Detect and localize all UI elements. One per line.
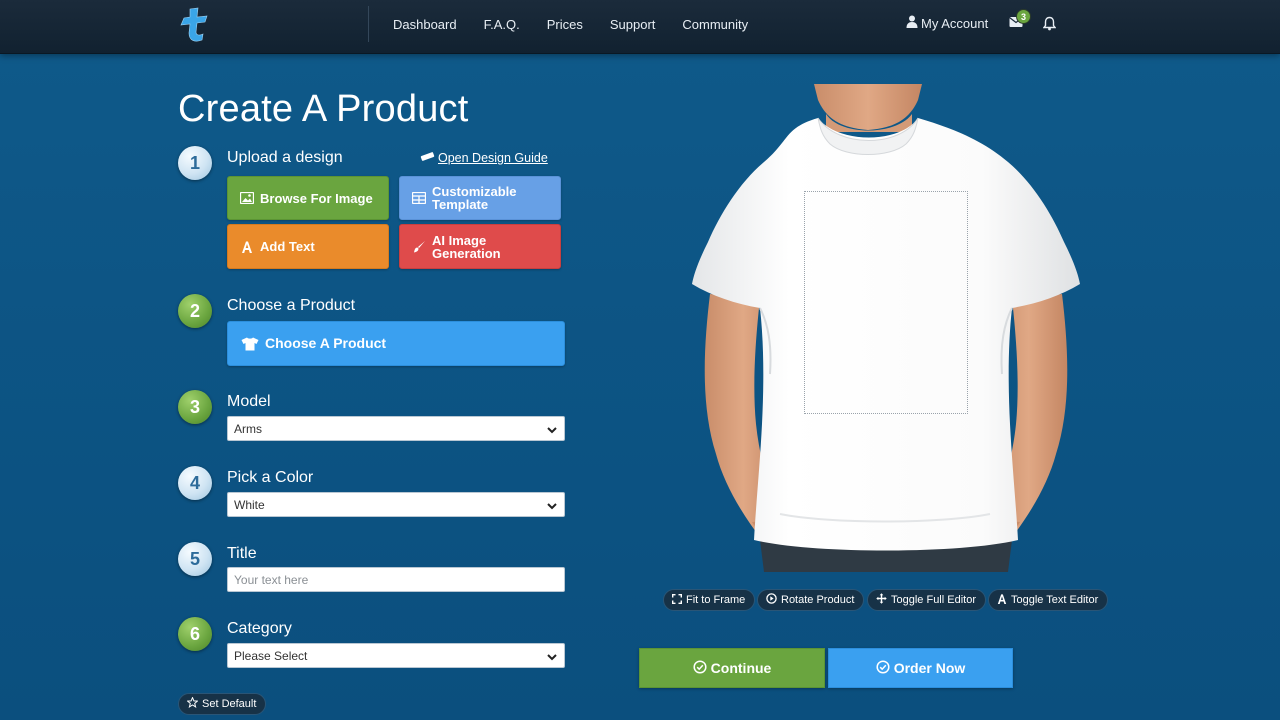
play-circle-icon	[766, 593, 781, 607]
customizable-template-label: Customizable Template	[432, 185, 517, 211]
choose-a-product-label: Choose A Product	[265, 335, 387, 351]
toggle-full-editor-label: Toggle Full Editor	[891, 594, 976, 606]
browse-for-image-button[interactable]: Browse For Image	[227, 176, 389, 220]
chevron-down-icon	[547, 424, 557, 434]
ruler-icon	[420, 151, 438, 165]
step-1-number: 1	[178, 146, 212, 180]
ai-image-generation-button[interactable]: AI Image Generation	[399, 224, 561, 269]
rotate-product-label: Rotate Product	[781, 594, 855, 606]
step-3-label: Model	[227, 393, 271, 410]
toggle-text-editor-label: Toggle Text Editor	[1011, 594, 1099, 606]
toggle-text-editor-button[interactable]: Toggle Text Editor	[988, 589, 1109, 611]
nav-prices[interactable]: Prices	[547, 17, 583, 32]
color-select[interactable]: White	[227, 492, 565, 517]
nav-dashboard[interactable]: Dashboard	[393, 17, 457, 32]
page-title: Create A Product	[178, 88, 469, 130]
step-2-label: Choose a Product	[227, 297, 356, 314]
open-design-guide-link[interactable]: Open Design Guide	[420, 151, 548, 165]
customizable-template-button[interactable]: Customizable Template	[399, 176, 561, 220]
model-select[interactable]: Arms	[227, 416, 565, 441]
mail-count-badge: 3	[1016, 9, 1031, 24]
font-icon	[240, 240, 254, 254]
title-input[interactable]	[227, 567, 565, 592]
ai-image-line-2: Generation	[432, 245, 501, 261]
browse-for-image-label: Browse For Image	[260, 190, 373, 206]
step-6-number: 6	[178, 617, 212, 651]
ai-image-generation-label: AI Image Generation	[432, 234, 501, 260]
image-icon	[240, 191, 254, 205]
step-4-label: Pick a Color	[227, 469, 314, 486]
check-circle-icon	[693, 659, 711, 677]
chevron-down-icon	[547, 500, 557, 510]
open-design-guide-label: Open Design Guide	[438, 151, 548, 165]
choose-a-product-button[interactable]: Choose A Product	[227, 321, 565, 366]
fit-to-frame-button[interactable]: Fit to Frame	[663, 589, 756, 611]
user-icon	[906, 15, 921, 31]
star-icon	[186, 696, 202, 711]
nav-links: Dashboard F.A.Q. Prices Support Communit…	[393, 0, 775, 48]
font-icon	[997, 593, 1011, 607]
continue-label: Continue	[710, 660, 772, 676]
top-navbar: Dashboard F.A.Q. Prices Support Communit…	[0, 0, 1280, 54]
order-now-button[interactable]: Order Now	[828, 648, 1013, 688]
step-6-label: Category	[227, 620, 292, 637]
add-text-label: Add Text	[260, 239, 315, 254]
bell-icon[interactable]	[1042, 16, 1057, 31]
expand-icon	[672, 593, 686, 607]
color-select-value: White	[234, 497, 265, 512]
chevron-down-icon	[547, 651, 557, 661]
customizable-template-line-2: Template	[432, 197, 489, 212]
step-5-label: Title	[227, 545, 257, 562]
my-account-link[interactable]: My Account	[906, 15, 988, 31]
nav-support[interactable]: Support	[610, 17, 656, 32]
check-circle-icon	[876, 659, 894, 677]
step-5-number: 5	[178, 542, 212, 576]
step-4-number: 4	[178, 466, 212, 500]
print-area-frame[interactable]	[804, 191, 968, 414]
nav-faq[interactable]: F.A.Q.	[484, 17, 520, 32]
template-icon	[412, 191, 426, 205]
order-now-label: Order Now	[893, 660, 966, 676]
add-text-button[interactable]: Add Text	[227, 224, 389, 269]
model-select-value: Arms	[234, 421, 262, 436]
set-default-label: Set Default	[202, 698, 257, 710]
logo-icon[interactable]	[178, 5, 216, 43]
fit-to-frame-label: Fit to Frame	[686, 594, 746, 606]
step-3-number: 3	[178, 390, 212, 424]
step-1-label: Upload a design	[227, 149, 343, 166]
move-arrows-icon	[876, 593, 891, 607]
nav-community[interactable]: Community	[682, 17, 748, 32]
step-2-number: 2	[178, 294, 212, 328]
nav-divider	[368, 6, 369, 42]
toggle-full-editor-button[interactable]: Toggle Full Editor	[867, 589, 986, 611]
category-select[interactable]: Please Select	[227, 643, 565, 668]
tshirt-icon	[241, 337, 259, 351]
my-account-label: My Account	[921, 15, 989, 31]
rotate-product-button[interactable]: Rotate Product	[757, 589, 865, 611]
set-default-button[interactable]: Set Default	[178, 693, 267, 715]
paintbrush-icon	[412, 240, 426, 254]
continue-button[interactable]: Continue	[639, 648, 825, 688]
category-select-value: Please Select	[234, 648, 308, 663]
